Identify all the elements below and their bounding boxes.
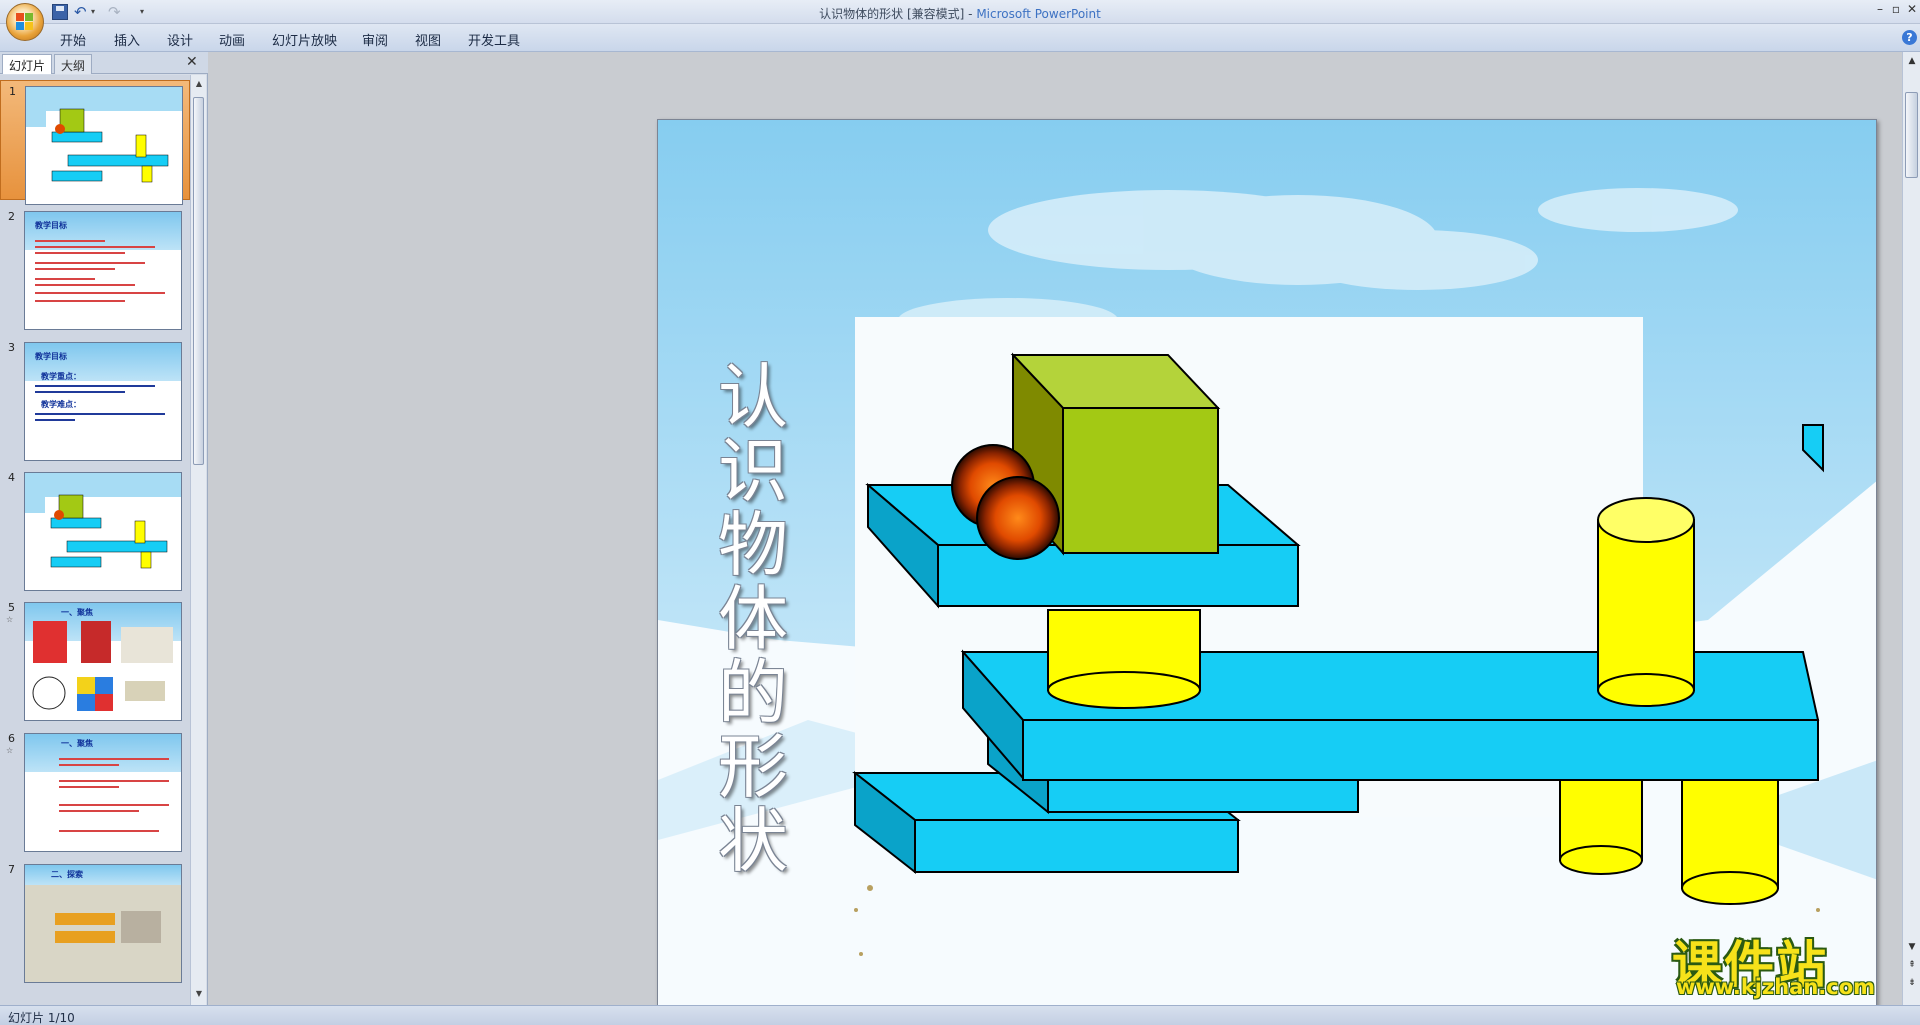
watermark-logo: 课件站 www.kjzhan.com xyxy=(1668,925,1908,1001)
scroll-down-icon[interactable]: ▼ xyxy=(193,987,205,1001)
app-name: Microsoft PowerPoint xyxy=(976,7,1101,21)
panel-tabs: 幻灯片 大纲 ✕ xyxy=(0,52,208,74)
text-line xyxy=(35,268,115,270)
text-line xyxy=(35,252,125,254)
slide-7-pictures xyxy=(55,911,161,943)
slide-preview: 一、聚焦 xyxy=(24,602,182,721)
slide-background xyxy=(25,734,181,772)
slide-preview: 一、聚焦 xyxy=(24,733,182,852)
slide-number: 5 xyxy=(8,601,15,614)
animation-icon: ☆ xyxy=(6,615,14,624)
text-line xyxy=(35,284,135,286)
text-line xyxy=(35,246,155,248)
animation-icon: ☆ xyxy=(6,746,14,755)
slide-thumbnail-1[interactable]: 1 xyxy=(0,80,190,205)
slide-number: 7 xyxy=(8,863,15,876)
slide-number: 6 xyxy=(8,732,15,745)
slide-thumbnail-3[interactable]: 3 教学目标 教学重点： 教学难点： xyxy=(0,337,190,461)
slide-title[interactable]: 认识物体的形状 xyxy=(708,360,798,878)
text-line xyxy=(35,292,165,294)
text-line xyxy=(59,758,169,760)
text-line xyxy=(35,413,165,415)
slide-thumbnail-5[interactable]: 5 ☆ 一、聚焦 xyxy=(0,597,190,721)
close-panel-icon[interactable]: ✕ xyxy=(186,54,198,70)
slide-preview: 教学目标 教学重点： 教学难点： xyxy=(24,342,182,461)
tab-outline[interactable]: 大纲 xyxy=(54,54,93,74)
text-line xyxy=(59,830,159,832)
window-title: 认识物体的形状 [兼容模式] - Microsoft PowerPoint xyxy=(0,5,1920,22)
tab-design[interactable]: 设计 xyxy=(167,30,193,49)
text-line xyxy=(59,764,119,766)
slide-thumbnail-7[interactable]: 7 二、探索 xyxy=(0,859,190,983)
slide-number: 3 xyxy=(8,341,15,354)
office-logo-icon xyxy=(16,13,34,31)
slide-preview: 教学目标 xyxy=(24,211,182,330)
text-line xyxy=(59,810,139,812)
current-slide[interactable]: 认识物体的形状 xyxy=(657,119,1877,1025)
tab-slideshow[interactable]: 幻灯片放映 xyxy=(272,30,337,49)
scroll-up-icon[interactable]: ▲ xyxy=(1905,54,1919,68)
tab-developer[interactable]: 开发工具 xyxy=(468,30,520,49)
tab-animations[interactable]: 动画 xyxy=(219,30,245,49)
tab-slides[interactable]: 幻灯片 xyxy=(2,54,53,74)
slide-background xyxy=(25,212,181,250)
slide-4-illustration xyxy=(25,473,181,590)
document-title: 认识物体的形状 [兼容模式] - xyxy=(819,7,977,21)
text-line xyxy=(35,300,125,302)
text-line xyxy=(59,804,169,806)
tab-view[interactable]: 视图 xyxy=(415,30,441,49)
slide-subtitle-text: 教学重点： xyxy=(41,372,81,381)
text-line xyxy=(59,786,119,788)
slide-number: 2 xyxy=(8,210,15,223)
scroll-thumb[interactable] xyxy=(1905,92,1918,178)
text-line xyxy=(35,240,105,242)
slides-panel-scrollbar[interactable]: ▲ ▼ xyxy=(190,75,206,1005)
scroll-thumb[interactable] xyxy=(193,97,204,465)
text-line xyxy=(35,419,75,421)
slide-preview xyxy=(24,472,182,591)
slide-thumbnail-4[interactable]: 4 xyxy=(0,467,190,591)
help-icon[interactable]: ? xyxy=(1902,30,1917,45)
slides-panel: 幻灯片 大纲 ✕ 1 2 教学目标 3 教学目标 教学重点： 教学难点： 4 5… xyxy=(0,52,208,1005)
tab-insert[interactable]: 插入 xyxy=(114,30,140,49)
text-line xyxy=(35,278,95,280)
slide-thumbnail-list: 1 2 教学目标 3 教学目标 教学重点： 教学难点： 4 5 ☆ 一、聚焦 6… xyxy=(0,75,190,1005)
tab-review[interactable]: 审阅 xyxy=(362,30,388,49)
watermark-url: www.kjzhan.com xyxy=(1676,975,1876,999)
tab-home[interactable]: 开始 xyxy=(60,30,86,49)
office-button[interactable] xyxy=(6,3,44,41)
slide-number: 4 xyxy=(8,471,15,484)
slide-number: 1 xyxy=(9,85,16,98)
slide-title-text: 教学目标 xyxy=(35,352,67,361)
slide-1-illustration xyxy=(26,87,182,204)
slide-preview xyxy=(25,86,183,205)
slide-counter: 幻灯片 1/10 xyxy=(8,1011,75,1025)
scroll-up-icon[interactable]: ▲ xyxy=(193,77,205,91)
slide-thumbnail-2[interactable]: 2 教学目标 xyxy=(0,206,190,330)
ribbon-tab-bar: 开始 插入 设计 动画 幻灯片放映 审阅 视图 开发工具 ? xyxy=(0,24,1920,52)
slide-title-text: 一、聚焦 xyxy=(61,739,93,748)
slide-preview: 二、探索 xyxy=(24,864,182,983)
slide-editing-area: 认识物体的形状 xyxy=(209,52,1902,1025)
text-line xyxy=(35,385,155,387)
slide-thumbnail-6[interactable]: 6 ☆ 一、聚焦 xyxy=(0,728,190,852)
slide-5-pictures xyxy=(32,621,173,711)
editor-scrollbar[interactable]: ▲ ▼ ⇞ ⇟ xyxy=(1902,52,1920,1005)
slide-background xyxy=(658,120,1876,1025)
close-icon[interactable]: ✕ xyxy=(1902,2,1920,18)
status-bar: 幻灯片 1/10 xyxy=(0,1005,1920,1025)
text-line xyxy=(59,780,169,782)
title-bar: ↶ ▾ ↷ ▾ 认识物体的形状 [兼容模式] - Microsoft Power… xyxy=(0,0,1920,24)
text-line xyxy=(35,262,145,264)
text-line xyxy=(35,391,125,393)
slide-title-text: 教学目标 xyxy=(35,221,67,230)
slide-subtitle-text: 教学难点： xyxy=(41,400,81,409)
